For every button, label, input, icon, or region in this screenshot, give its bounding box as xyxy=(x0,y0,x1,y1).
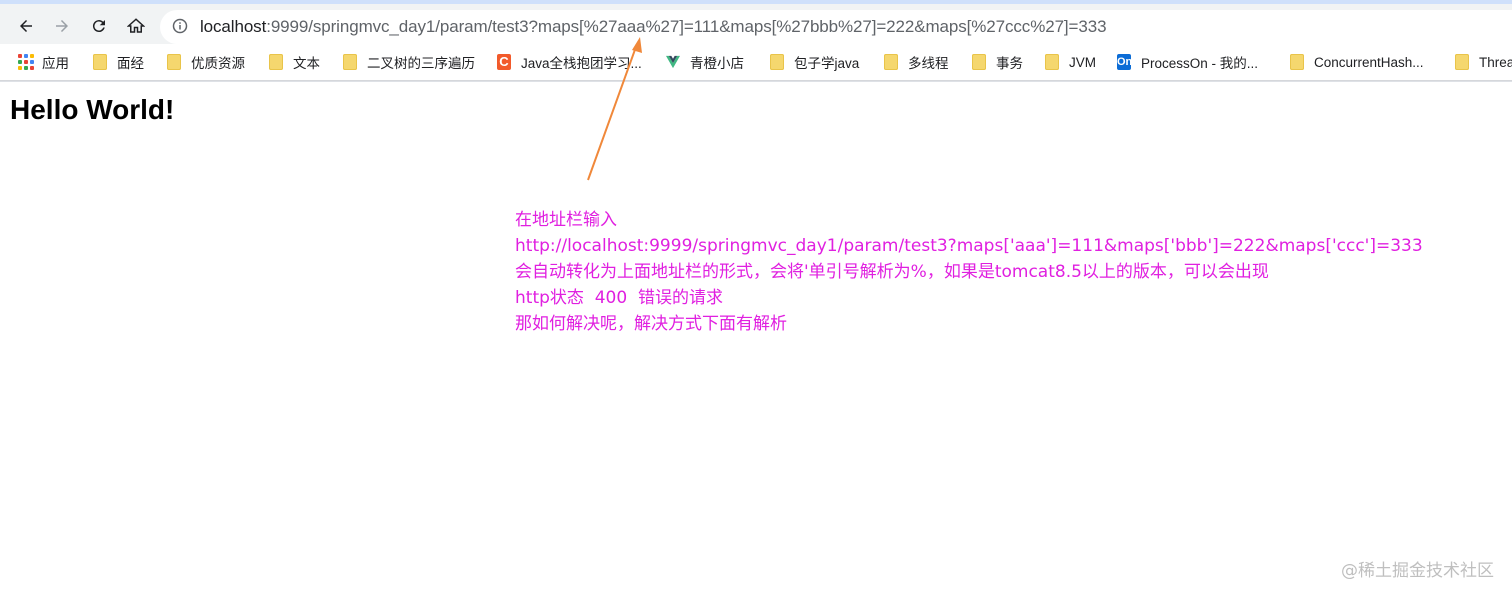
page-heading: Hello World! xyxy=(10,94,175,125)
bookmark-label: Java全栈抱团学习... xyxy=(521,56,642,71)
bookmark-label: 文本 xyxy=(293,56,320,71)
bookmark-item[interactable]: 包子学java xyxy=(770,52,859,72)
reload-icon xyxy=(92,20,105,33)
folder-icon xyxy=(1290,54,1304,70)
bookmark-label: 青橙小店 xyxy=(690,56,744,71)
url-path: :9999/springmvc_day1/param/test3?maps[%2… xyxy=(266,17,1107,36)
bookmark-item[interactable]: 事务 xyxy=(972,52,1023,72)
folder-icon xyxy=(972,54,986,70)
folder-icon xyxy=(1045,54,1059,70)
bookmark-label: 二叉树的三序遍历 xyxy=(367,56,475,71)
bookmark-item[interactable]: 多线程 xyxy=(884,52,949,72)
bookmark-item[interactable]: On ProcessOn - 我的... xyxy=(1117,52,1258,72)
reload-button[interactable] xyxy=(87,14,111,38)
annotation-note: 在地址栏输入 http://localhost:9999/springmvc_d… xyxy=(515,207,1423,337)
url-text[interactable]: localhost:9999/springmvc_day1/param/test… xyxy=(200,17,1107,37)
processon-icon: On xyxy=(1117,54,1133,70)
bookmark-item[interactable]: 青橙小店 xyxy=(666,52,744,72)
annotation-line: 那如何解决呢，解决方式下面有解析 xyxy=(515,314,787,334)
bookmark-label: 面经 xyxy=(117,56,144,71)
folder-icon xyxy=(93,54,107,70)
bookmark-item[interactable]: 优质资源 xyxy=(167,52,245,72)
bookmark-label: JVM xyxy=(1069,54,1096,70)
folder-icon xyxy=(343,54,357,70)
bookmark-label: Threa xyxy=(1479,54,1512,70)
info-icon[interactable] xyxy=(172,18,188,34)
vue-icon xyxy=(666,55,680,69)
watermark: @稀土掘金技术社区 xyxy=(1341,561,1494,581)
folder-icon xyxy=(884,54,898,70)
bookmark-item[interactable]: 文本 xyxy=(269,52,320,72)
apps-icon xyxy=(18,54,34,70)
annotation-line: http://localhost:9999/springmvc_day1/par… xyxy=(515,236,1423,256)
browser-toolbar: localhost:9999/springmvc_day1/param/test… xyxy=(0,4,1512,44)
bookmark-label: 包子学java xyxy=(794,56,860,71)
folder-icon xyxy=(167,54,181,70)
bookmark-label: 应用 xyxy=(42,56,69,71)
folder-icon xyxy=(1455,54,1469,70)
bookmark-item[interactable]: ConcurrentHash... xyxy=(1290,52,1424,72)
home-icon xyxy=(127,18,145,33)
annotation-line: 在地址栏输入 xyxy=(515,210,617,230)
arrow-left-icon xyxy=(20,20,32,32)
bookmark-label: 事务 xyxy=(996,56,1023,71)
bookmark-item[interactable]: Threa xyxy=(1455,52,1512,72)
bookmark-item[interactable]: 二叉树的三序遍历 xyxy=(343,52,475,72)
folder-icon xyxy=(269,54,283,70)
bookmark-label: ConcurrentHash... xyxy=(1314,54,1424,70)
annotation-line: http状态 400 错误的请求 xyxy=(515,288,723,308)
bookmark-item[interactable]: 面经 xyxy=(93,52,144,72)
bookmark-item[interactable]: C Java全栈抱团学习... xyxy=(497,52,642,72)
home-button[interactable] xyxy=(124,14,148,38)
bookmarks-bar: 应用 面经 优质资源 文本 二叉树的三序遍历 C Java全栈抱团学习... 青… xyxy=(0,44,1512,81)
url-host: localhost xyxy=(200,17,267,36)
folder-icon xyxy=(770,54,784,70)
bookmark-label: 多线程 xyxy=(908,56,949,71)
forward-button[interactable] xyxy=(50,14,74,38)
bookmark-apps[interactable]: 应用 xyxy=(18,52,69,72)
bookmark-label: 优质资源 xyxy=(191,56,245,71)
bookmark-item[interactable]: JVM xyxy=(1045,52,1096,72)
bookmark-label: ProcessOn - 我的... xyxy=(1141,56,1259,71)
address-bar[interactable]: localhost:9999/springmvc_day1/param/test… xyxy=(160,10,1512,44)
back-button[interactable] xyxy=(14,14,38,38)
annotation-line: 会自动转化为上面地址栏的形式，会将'单引号解析为%，如果是tomcat8.5以上… xyxy=(515,262,1269,282)
c-icon: C xyxy=(497,54,511,70)
arrow-right-icon xyxy=(56,20,68,32)
